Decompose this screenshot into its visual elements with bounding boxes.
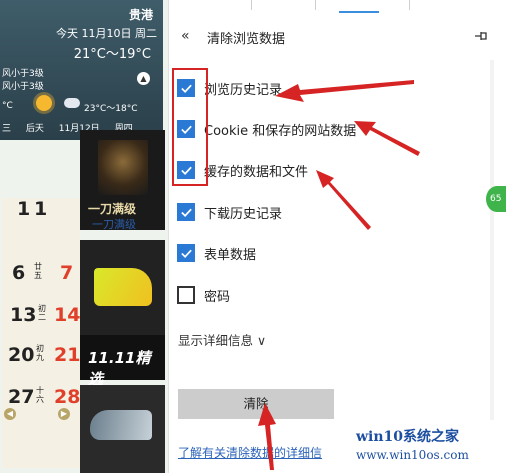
browser-page-background: 贵港 今天 11月10日 周二 21°C～19°C 风小于3级 风小于3级 ▲ …: [0, 0, 168, 473]
calendar-day[interactable]: 13: [10, 304, 36, 326]
sale-text: 11.11精选: [88, 349, 151, 388]
game-ad[interactable]: 一刀满级: [80, 130, 165, 230]
shoe-ad[interactable]: [80, 385, 165, 473]
option-passwords[interactable]: 密码: [177, 283, 230, 307]
show-details-label: 显示详细信息: [178, 333, 254, 348]
sunny-icon: [36, 95, 52, 111]
checkbox-checked-icon[interactable]: [177, 203, 195, 221]
calendar-lunar: 初二: [38, 304, 46, 322]
shoe-image: [94, 268, 152, 306]
show-details-link[interactable]: 显示详细信息 ∨: [178, 330, 266, 349]
option-label: 表单数据: [204, 247, 257, 263]
clear-browsing-data-panel: « 清除浏览数据 浏览历史记录 Cookie 和保存的网站数据 缓存的数据和文件…: [168, 0, 498, 473]
checkbox-checked-icon[interactable]: [177, 244, 195, 262]
game-ad-label[interactable]: 一刀满级: [92, 216, 136, 232]
calendar-lunar: 廿五: [34, 262, 42, 280]
badge-counter[interactable]: 65: [486, 186, 506, 212]
collapse-icon[interactable]: ▲: [137, 72, 150, 85]
option-download-history[interactable]: 下载历史记录: [177, 200, 282, 224]
calendar-month: 1: [17, 198, 31, 220]
option-label: 浏览历史记录: [204, 82, 283, 98]
weather-temp-2: °C: [2, 101, 13, 111]
next-month-icon[interactable]: ▶: [58, 408, 70, 420]
weather-date: 今天 11月10日 周二: [56, 27, 157, 40]
option-label: 缓存的数据和文件: [204, 164, 309, 180]
back-icon[interactable]: «: [181, 28, 190, 44]
pin-icon[interactable]: [474, 30, 488, 45]
calendar-lunar: 十六: [36, 386, 44, 404]
chevron-down-icon: ∨: [257, 333, 267, 348]
checkbox-unchecked-icon[interactable]: [177, 286, 195, 304]
calendar-day[interactable]: 28: [54, 386, 80, 408]
watermark-logo: win10系统之家 www.win10os.com: [356, 426, 494, 468]
option-label: Cookie 和保存的网站数据: [204, 123, 357, 139]
weather-city: 贵港: [128, 8, 153, 22]
calendar-day[interactable]: 21: [54, 344, 80, 366]
shoe-image: [90, 410, 152, 440]
option-label: 密码: [204, 289, 231, 305]
weather-widget: 贵港 今天 11月10日 周二 21°C～19°C 风小于3级 风小于3级 ▲ …: [0, 0, 163, 140]
weather-day: 后天: [25, 124, 44, 134]
watermark-title: win10系统之家: [356, 429, 460, 445]
weather-temp: 21°C～19°C: [73, 47, 151, 62]
weather-temp-3: 23°C～18°C: [84, 104, 138, 114]
learn-more-link[interactable]: 了解有关清除数据的详细信: [178, 444, 322, 461]
calendar-day[interactable]: 27: [8, 386, 34, 408]
shoe-ad[interactable]: [80, 240, 165, 335]
weather-row-prefix: 三: [2, 124, 12, 134]
annotation-highlight-box: [172, 68, 208, 186]
panel-title: 清除浏览数据: [207, 32, 286, 47]
option-form-data[interactable]: 表单数据: [177, 241, 256, 265]
sale-banner[interactable]: 11.11精选: [80, 335, 165, 388]
game-character-image: [98, 140, 148, 195]
calendar-widget: ◀ 1 1 ▶ 6 廿五 7 13 初二 14 20 初九 21 27 十六 2…: [2, 198, 80, 468]
calendar-day[interactable]: 7: [60, 262, 73, 284]
prev-month-icon[interactable]: ◀: [4, 408, 16, 420]
scrollbar[interactable]: [490, 60, 494, 420]
option-label: 下载历史记录: [204, 206, 283, 222]
game-logo: 一刀满级: [88, 202, 137, 216]
calendar-lunar: 初九: [36, 344, 44, 362]
calendar-month: 1: [34, 198, 48, 220]
weather-wind: 风小于3级: [2, 69, 44, 79]
calendar-day[interactable]: 6: [12, 262, 25, 284]
active-tab-indicator: [339, 11, 379, 13]
watermark-url: www.win10os.com: [356, 448, 469, 462]
calendar-day[interactable]: 20: [8, 344, 34, 366]
tab-strip: [169, 0, 499, 14]
weather-wind: 风小于3级: [2, 82, 44, 92]
calendar-day[interactable]: 14: [54, 304, 80, 326]
clear-button[interactable]: 清除: [178, 389, 334, 419]
cloudy-icon: [64, 98, 80, 108]
